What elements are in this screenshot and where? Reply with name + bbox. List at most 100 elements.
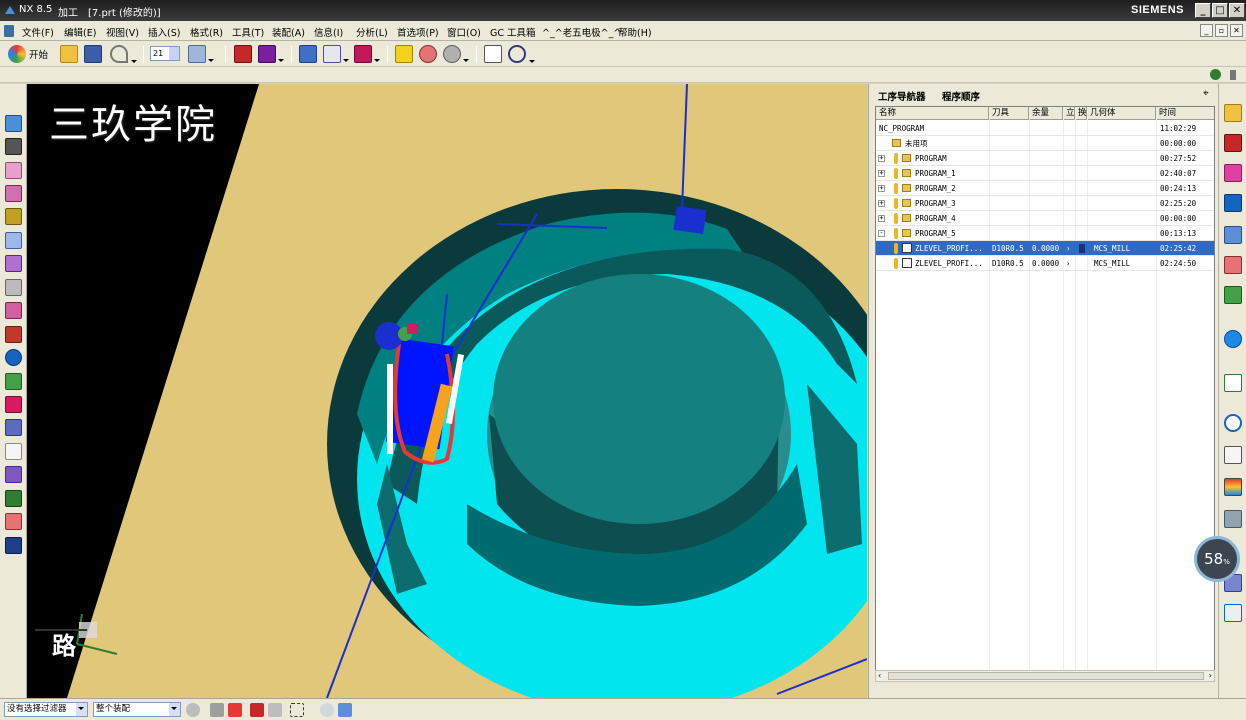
layout-icon[interactable]	[1224, 604, 1242, 622]
surface-icon[interactable]	[5, 162, 22, 179]
selection-intent-icon[interactable]	[250, 703, 264, 717]
horizontal-scrollbar[interactable]: ‹ ›	[875, 670, 1215, 682]
doc-close-button[interactable]: ✕	[1230, 24, 1243, 37]
simulate-machine-icon[interactable]	[443, 45, 469, 63]
curve-icon[interactable]	[5, 302, 22, 319]
operation-navigator-icon[interactable]	[1224, 194, 1242, 212]
menu-view[interactable]: 视图(V)	[106, 25, 139, 39]
minimize-button[interactable]: _	[1195, 3, 1211, 18]
table-row[interactable]: NC_PROGRAM 11:02:29	[876, 121, 1214, 136]
tab-program-order[interactable]: 程序顺序	[942, 89, 980, 103]
machine-icon[interactable]	[5, 490, 22, 507]
table-row[interactable]: + PROGRAM_4 00:00:00	[876, 211, 1214, 226]
menu-electrode[interactable]: ^_^老五电极^_^	[542, 25, 621, 39]
reuse-library-icon[interactable]	[1224, 286, 1242, 304]
menu-edit[interactable]: 编辑(E)	[64, 25, 96, 39]
measure-icon[interactable]	[5, 326, 22, 343]
doc-minimize-button[interactable]: _	[1200, 24, 1213, 37]
layer-settings-icon[interactable]	[188, 45, 214, 63]
snap-point-icon[interactable]	[228, 703, 242, 717]
body-icon[interactable]	[5, 138, 22, 155]
table-row[interactable]: + PROGRAM_1 02:40:07	[876, 166, 1214, 181]
part-navigator-icon[interactable]	[1224, 164, 1242, 182]
menu-file[interactable]: 文件(F)	[22, 25, 54, 39]
table-row-selected[interactable]: ZLEVEL_PROFI... D10R0.5 0.0000 › MCS_MIL…	[876, 241, 1214, 256]
assembly-icon[interactable]	[5, 419, 22, 436]
column-header-time[interactable]: 时间	[1156, 107, 1214, 120]
pin-icon[interactable]: ⌖	[1203, 88, 1209, 99]
section-icon[interactable]	[5, 396, 22, 413]
doc-restore-button[interactable]: ▫	[1215, 24, 1228, 37]
table-row[interactable]: 未用项 00:00:00	[876, 136, 1214, 151]
column-header-path[interactable]: 立	[1063, 107, 1075, 120]
column-header-stock[interactable]: 余量	[1029, 107, 1063, 120]
fixture-icon[interactable]	[5, 513, 22, 530]
restore-button[interactable]: □	[1212, 3, 1228, 18]
part-model[interactable]	[27, 84, 867, 698]
nc-icon[interactable]	[5, 537, 22, 554]
web-browser-icon[interactable]	[1224, 330, 1242, 348]
roles-icon[interactable]	[1224, 510, 1242, 528]
menu-information[interactable]: 信息(I)	[314, 25, 343, 39]
open-icon[interactable]	[60, 45, 78, 63]
palette-icon[interactable]	[1224, 478, 1242, 496]
menu-window[interactable]: 窗口(O)	[447, 25, 481, 39]
constraint-navigator-icon[interactable]	[1224, 134, 1242, 152]
graphics-viewport[interactable]: 三玖学院 路	[27, 84, 867, 698]
tab-operation-navigator[interactable]: 工序导航器	[878, 89, 926, 103]
system-materials-icon[interactable]	[1224, 446, 1242, 464]
view-orient-icon[interactable]	[320, 703, 334, 717]
table-row[interactable]: + PROGRAM_2 00:24:13	[876, 181, 1214, 196]
table-row[interactable]: - PROGRAM_5 00:13:13	[876, 226, 1214, 241]
clock-icon[interactable]	[1224, 414, 1242, 432]
extrude-icon[interactable]	[5, 185, 22, 202]
work-layer-combo[interactable]: 21	[150, 46, 180, 61]
machine-tool-navigator-icon[interactable]	[1224, 226, 1242, 244]
type-filter-select[interactable]: 没有选择过滤器	[4, 702, 88, 717]
menu-assembly[interactable]: 装配(A)	[272, 25, 305, 39]
mesh-icon[interactable]	[5, 255, 22, 272]
scrollbar-thumb[interactable]	[888, 672, 1204, 680]
scroll-right-icon[interactable]: ›	[1209, 671, 1212, 680]
assembly-navigator-icon[interactable]	[1224, 104, 1242, 122]
snap-icon[interactable]	[210, 703, 224, 717]
rectangle-select-icon[interactable]	[290, 703, 304, 717]
menu-preferences[interactable]: 首选项(P)	[397, 25, 439, 39]
menu-help[interactable]: 帮助(H)	[618, 25, 652, 39]
expand-icon[interactable]: +	[878, 155, 885, 162]
start-icon[interactable]	[8, 45, 26, 63]
table-row[interactable]: + PROGRAM_3 02:25:20	[876, 196, 1214, 211]
column-header-geometry[interactable]: 几何体	[1087, 107, 1156, 120]
expand-icon[interactable]: +	[878, 170, 885, 177]
feature-navigator-icon[interactable]	[1224, 256, 1242, 274]
menu-format[interactable]: 格式(R)	[190, 25, 223, 39]
globe-icon[interactable]	[1210, 69, 1221, 80]
sketch-icon[interactable]	[5, 279, 22, 296]
shaded-view-icon[interactable]	[338, 703, 352, 717]
column-header-change[interactable]: 换	[1075, 107, 1087, 120]
selection-settings-icon[interactable]	[186, 703, 200, 717]
collapse-icon[interactable]: -	[878, 230, 885, 237]
menu-gc-toolbox[interactable]: GC 工具箱	[490, 25, 536, 39]
save-icon[interactable]	[84, 45, 102, 63]
blend-icon[interactable]	[5, 466, 22, 483]
column-header-tool[interactable]: 刀具	[989, 107, 1029, 120]
fit-view-icon[interactable]	[508, 45, 535, 63]
block-icon[interactable]	[5, 232, 22, 249]
plane-icon[interactable]	[5, 443, 22, 460]
annotation-text-icon[interactable]	[323, 45, 349, 63]
create-program-icon[interactable]	[234, 45, 252, 63]
wcs-icon[interactable]	[5, 115, 22, 132]
select-all-icon[interactable]	[268, 703, 282, 717]
menu-analysis[interactable]: 分析(L)	[356, 25, 388, 39]
feature-icon[interactable]	[5, 208, 22, 225]
toolpath-list-icon[interactable]	[299, 45, 317, 63]
analysis-icon[interactable]	[5, 373, 22, 390]
generate-toolpath-icon[interactable]	[395, 45, 413, 63]
create-tool-icon[interactable]	[258, 45, 284, 63]
start-button[interactable]: 开始	[29, 47, 48, 61]
info-icon[interactable]	[5, 349, 22, 366]
table-row[interactable]: ZLEVEL_PROFI... D10R0.5 0.0000 › MCS_MIL…	[876, 256, 1214, 271]
close-button[interactable]: ✕	[1229, 3, 1245, 18]
expand-icon[interactable]: +	[878, 185, 885, 192]
